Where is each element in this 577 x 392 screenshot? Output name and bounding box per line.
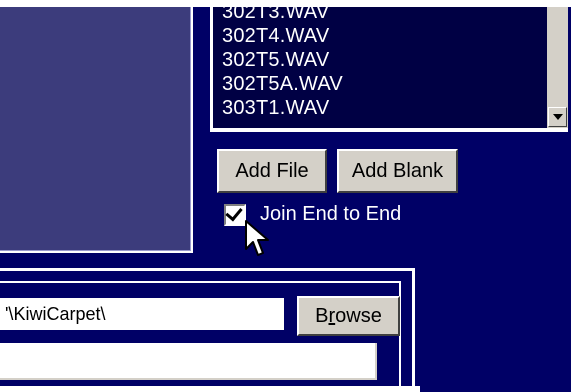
browse-button[interactable]: Br owse xyxy=(297,296,400,336)
output-path-field[interactable]: '\KiwiCarpet\ xyxy=(0,298,284,330)
add-file-button[interactable]: Add File xyxy=(217,149,327,193)
mouse-pointer-icon xyxy=(245,220,269,256)
checkmark-icon xyxy=(225,203,243,222)
chevron-down-icon xyxy=(553,114,563,120)
window-right-edge xyxy=(571,0,577,392)
file-list-items: 302T3.WAV 302T4.WAV 302T5.WAV 302T5A.WAV 303… xyxy=(213,7,547,120)
browse-label-start: B xyxy=(315,304,329,327)
preview-panel xyxy=(0,7,193,253)
window-bottom-edge xyxy=(0,386,420,392)
browse-label-accelerator: r xyxy=(328,304,336,327)
file-list-item[interactable]: 302T5.WAV xyxy=(213,48,547,72)
window-top-edge xyxy=(0,0,577,7)
file-list-item[interactable]: 302T3.WAV xyxy=(213,7,547,24)
file-list-item[interactable]: 302T4.WAV xyxy=(213,24,547,48)
file-list-box[interactable]: 302T3.WAV 302T4.WAV 302T5.WAV 302T5A.WAV 303… xyxy=(210,7,568,132)
join-end-to-end-checkbox[interactable] xyxy=(224,203,246,226)
file-list-item[interactable]: 302T5A.WAV xyxy=(213,72,547,96)
add-blank-button[interactable]: Add Blank xyxy=(337,149,458,193)
file-list-scrollbar[interactable] xyxy=(547,7,568,128)
output-path-value: '\KiwiCarpet\ xyxy=(5,304,106,324)
file-list-item[interactable]: 303T1.WAV xyxy=(213,96,547,120)
join-end-to-end-label[interactable]: Join End to End xyxy=(260,203,401,226)
browse-label-end: owse xyxy=(335,304,382,327)
scroll-down-button[interactable] xyxy=(548,107,567,127)
file-list[interactable]: 302T3.WAV 302T4.WAV 302T5.WAV 302T5A.WAV 303… xyxy=(213,7,547,128)
secondary-text-field[interactable] xyxy=(0,343,377,380)
